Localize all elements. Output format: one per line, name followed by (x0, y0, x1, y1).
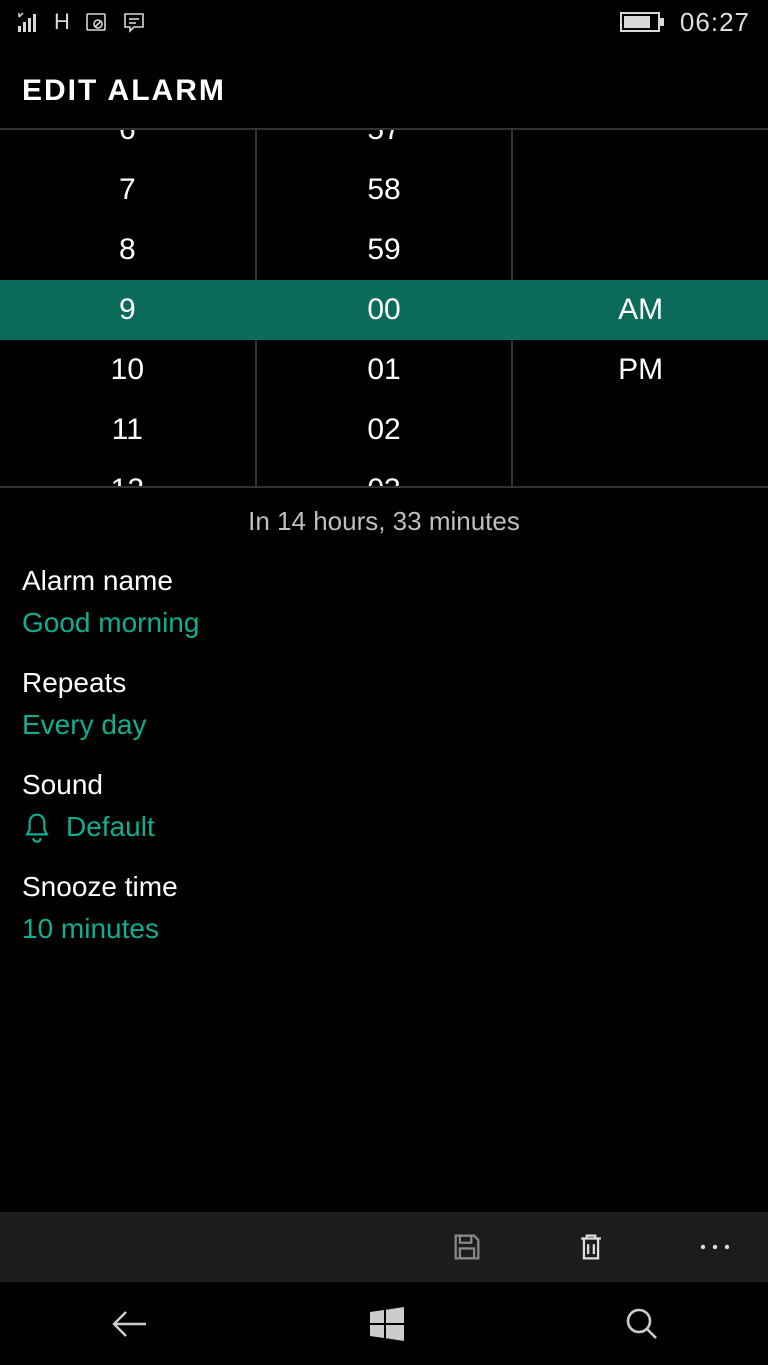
alarm-name-label: Alarm name (22, 565, 746, 597)
picker-item[interactable]: 11 (0, 400, 255, 460)
page-title: EDIT ALARM (0, 44, 768, 128)
picker-item[interactable]: 01 (257, 340, 512, 400)
repeats-field[interactable]: Repeats Every day (22, 667, 746, 741)
picker-item[interactable]: 12 (0, 460, 255, 488)
ampm-column[interactable]: AMPM (513, 130, 768, 486)
picker-item[interactable]: 58 (257, 160, 512, 220)
app-bar (0, 1212, 768, 1282)
navigation-bar (0, 1282, 768, 1365)
time-picker[interactable]: 6789101112 57585900010203 AMPM (0, 128, 768, 488)
network-type: H (54, 9, 70, 35)
alarm-name-value: Good morning (22, 607, 746, 639)
picker-item[interactable] (513, 400, 768, 460)
sound-value: Default (66, 811, 155, 843)
picker-item[interactable]: 59 (257, 220, 512, 280)
minute-column[interactable]: 57585900010203 (257, 130, 512, 486)
snooze-value: 10 minutes (22, 913, 746, 945)
snooze-label: Snooze time (22, 871, 746, 903)
sound-label: Sound (22, 769, 746, 801)
picker-item[interactable] (513, 220, 768, 280)
alarm-name-field[interactable]: Alarm name Good morning (22, 565, 746, 639)
search-button[interactable] (622, 1305, 660, 1343)
save-button[interactable] (450, 1230, 484, 1264)
data-saver-icon (84, 11, 108, 33)
status-bar: H 06:27 (0, 0, 768, 44)
picker-item[interactable]: 57 (257, 128, 512, 160)
repeats-value: Every day (22, 709, 746, 741)
picker-item[interactable]: 10 (0, 340, 255, 400)
bell-icon (22, 811, 52, 843)
delete-button[interactable] (574, 1230, 608, 1264)
battery-icon (620, 10, 666, 34)
signal-icon (18, 12, 40, 32)
picker-item[interactable]: 8 (0, 220, 255, 280)
message-icon (122, 11, 146, 33)
snooze-field[interactable]: Snooze time 10 minutes (22, 871, 746, 945)
picker-item[interactable]: 7 (0, 160, 255, 220)
picker-item[interactable] (513, 160, 768, 220)
picker-item[interactable]: 03 (257, 460, 512, 488)
picker-item[interactable]: 02 (257, 400, 512, 460)
picker-item[interactable]: AM (513, 280, 768, 340)
picker-item[interactable] (513, 460, 768, 488)
start-button[interactable] (366, 1304, 406, 1344)
status-time: 06:27 (680, 7, 750, 38)
picker-item[interactable]: 9 (0, 280, 255, 340)
sound-field[interactable]: Sound Default (22, 769, 746, 843)
picker-item[interactable]: PM (513, 340, 768, 400)
time-until-alarm: In 14 hours, 33 minutes (0, 488, 768, 565)
picker-item[interactable]: 6 (0, 128, 255, 160)
repeats-label: Repeats (22, 667, 746, 699)
picker-item[interactable]: 00 (257, 280, 512, 340)
hour-column[interactable]: 6789101112 (0, 130, 255, 486)
back-button[interactable] (108, 1307, 150, 1341)
picker-item[interactable] (513, 128, 768, 160)
more-button[interactable] (698, 1242, 732, 1252)
